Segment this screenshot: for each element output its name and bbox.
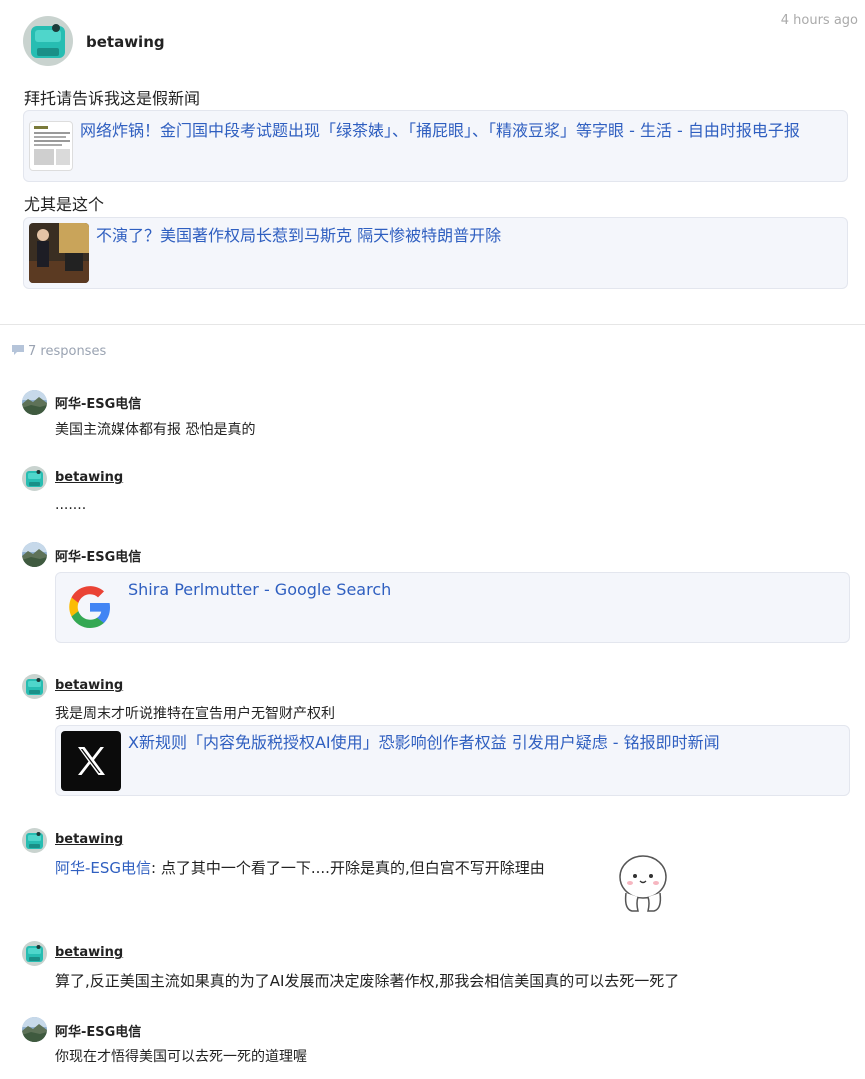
responses-count: 7 responses bbox=[11, 344, 106, 360]
reply-text: 你现在才悟得美国可以去死一死的道理喔 bbox=[55, 1049, 307, 1065]
post-time: 4 hours ago bbox=[780, 13, 858, 28]
reply-avatar[interactable] bbox=[22, 542, 47, 567]
reply-text: 美国主流媒体都有报 恐怕是真的 bbox=[55, 422, 256, 438]
x-logo-icon bbox=[61, 731, 121, 791]
teal-avatar-icon bbox=[22, 674, 47, 699]
post: betawing 4 hours ago 拜托请告诉我这是假新闻 网络炸锅！金门… bbox=[0, 0, 865, 325]
reply-author[interactable]: 阿华-ESG电信 bbox=[55, 393, 141, 412]
landscape-avatar-icon bbox=[22, 390, 47, 415]
link-card-google-title[interactable]: Shira Perlmutter - Google Search bbox=[128, 576, 843, 604]
reply-avatar[interactable] bbox=[22, 390, 47, 415]
reply-avatar[interactable] bbox=[22, 1017, 47, 1042]
teal-avatar-icon bbox=[22, 828, 47, 853]
reply-text: 阿华-ESG电信: 点了其中一个看了一下....开除是真的,但白宫不写开除理由 bbox=[55, 857, 545, 878]
teal-avatar-icon bbox=[22, 466, 47, 491]
chat-bubble-icon bbox=[11, 344, 25, 360]
reply-avatar[interactable] bbox=[22, 828, 47, 853]
news-thumbnail bbox=[29, 121, 73, 171]
post-line-2: 尤其是这个 bbox=[24, 195, 105, 214]
link-card-x[interactable]: X新规则「内容免版税授权AI使用」恐影响创作者权益 引发用户疑虑 - 铭报即时新… bbox=[55, 725, 850, 796]
link-card-2-title[interactable]: 不演了？美国著作权局长惹到马斯克 隔天惨被特朗普开除 bbox=[96, 222, 836, 250]
author-avatar[interactable] bbox=[23, 16, 73, 66]
link-card-x-title[interactable]: X新规则「内容免版税授权AI使用」恐影响创作者权益 引发用户疑虑 - 铭报即时新… bbox=[128, 729, 843, 757]
link-card-2[interactable]: 不演了？美国著作权局长惹到马斯克 隔天惨被特朗普开除 bbox=[23, 217, 848, 289]
teal-avatar-icon bbox=[23, 16, 73, 66]
post-line-1: 拜托请告诉我这是假新闻 bbox=[24, 89, 201, 108]
responses-count-label: 7 responses bbox=[28, 344, 107, 359]
reply-avatar[interactable] bbox=[22, 466, 47, 491]
link-card-1-title[interactable]: 网络炸锅！金门国中段考试题出现「绿茶婊」、「捅屁眼」、「精液豆浆」等字眼 - 生… bbox=[80, 117, 840, 145]
reply-text: ....... bbox=[55, 497, 87, 513]
landscape-avatar-icon bbox=[22, 542, 47, 567]
reply-text: 算了,反正美国主流如果真的为了AI发展而决定废除著作权,那我会相信美国真的可以去… bbox=[55, 972, 680, 990]
reply-author[interactable]: 阿华-ESG电信 bbox=[55, 546, 141, 565]
reply-author[interactable]: betawing bbox=[55, 678, 123, 693]
reply-text-body: : 点了其中一个看了一下....开除是真的,但白宫不写开除理由 bbox=[151, 859, 545, 877]
reply-avatar[interactable] bbox=[22, 941, 47, 966]
reply-author[interactable]: 阿华-ESG电信 bbox=[55, 1021, 141, 1040]
link-card-1[interactable]: 网络炸锅！金门国中段考试题出现「绿茶婊」、「捅屁眼」、「精液豆浆」等字眼 - 生… bbox=[23, 110, 848, 182]
post-author[interactable]: betawing bbox=[86, 33, 165, 51]
reply-avatar[interactable] bbox=[22, 674, 47, 699]
reply-author[interactable]: betawing bbox=[55, 470, 123, 485]
reply-text: 我是周末才听说推特在宣告用户无智财产权利 bbox=[55, 706, 335, 722]
google-g-icon bbox=[60, 577, 120, 637]
link-card-google[interactable]: Shira Perlmutter - Google Search bbox=[55, 572, 850, 643]
news-thumbnail bbox=[29, 223, 89, 283]
mention-link[interactable]: 阿华-ESG电信 bbox=[55, 859, 151, 877]
teal-avatar-icon bbox=[22, 941, 47, 966]
landscape-avatar-icon bbox=[22, 1017, 47, 1042]
reply-author[interactable]: betawing bbox=[55, 832, 123, 847]
smiley-sticker-icon bbox=[616, 853, 670, 915]
reply-author[interactable]: betawing bbox=[55, 945, 123, 960]
